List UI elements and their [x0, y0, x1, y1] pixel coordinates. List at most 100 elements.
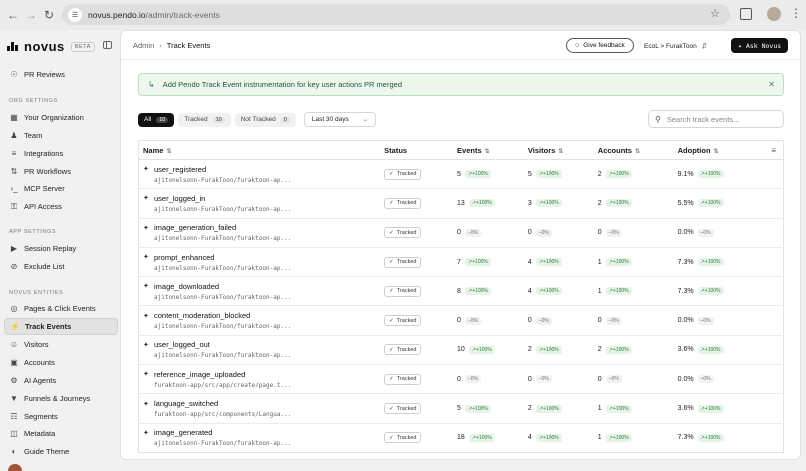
- table-row[interactable]: ✦ content_moderation_blocked ajitonelsonn…: [138, 305, 784, 336]
- sidebar-item-visitors[interactable]: ☺ Visitors: [4, 336, 118, 353]
- page-header: Admin › Track Events ○ Give feedback EcoL …: [121, 31, 800, 60]
- column-adoption[interactable]: Adoption ⇅: [677, 140, 750, 160]
- sidebar-item-session-replay[interactable]: ▶ Session Replay: [4, 240, 118, 257]
- sidebar-item-label: Funnels & Journeys: [24, 394, 91, 403]
- collapse-sidebar-icon[interactable]: [103, 41, 112, 49]
- replay-icon: ▶: [10, 244, 18, 253]
- main-panel: Admin › Track Events ○ Give feedback EcoL …: [120, 30, 801, 460]
- sidebar-item-pr-workflows[interactable]: ⇅ PR Workflows: [4, 163, 118, 180]
- ask-novus-button[interactable]: ✦ Ask Novus: [731, 38, 789, 53]
- cell-name: ✦ user_logged_out ajitonelsonn-FurakToon/…: [138, 335, 385, 366]
- site-settings-icon[interactable]: ☰: [68, 7, 82, 22]
- events-value: 13: [457, 199, 465, 207]
- search-input[interactable]: ⚲ Search track events...: [648, 110, 784, 128]
- adoption-change: ↗+100%: [697, 287, 724, 296]
- cell-visitors: 2 ↗+100%: [527, 335, 598, 366]
- event-name[interactable]: image_generation_failed: [154, 223, 236, 232]
- adoption-change: ↗+100%: [697, 345, 724, 354]
- column-events[interactable]: Events ⇅: [457, 140, 528, 160]
- event-name[interactable]: content_moderation_blocked: [154, 311, 250, 320]
- table-row[interactable]: ✦ image_generation_failed ajitonelsonn-Fu…: [138, 218, 784, 248]
- sidebar-item-your-organization[interactable]: ▦ Your Organization: [4, 109, 118, 126]
- filter-tracked[interactable]: Tracked 10: [178, 112, 231, 127]
- event-name[interactable]: language_switched: [154, 399, 218, 408]
- cell-adoption: 0.0% –0%: [677, 364, 750, 395]
- table-row[interactable]: ✦ image_generated ajitonelsonn-FurakToon/…: [139, 423, 784, 452]
- give-feedback-button[interactable]: ○ Give feedback: [566, 38, 634, 53]
- event-name[interactable]: reference_image_uploaded: [154, 370, 245, 379]
- sidebar-item-funnels-journeys[interactable]: ▼ Funnels & Journeys: [4, 390, 118, 407]
- column-accounts[interactable]: Accounts ⇅: [597, 140, 678, 160]
- event-icon: ✦: [143, 371, 149, 379]
- column-visitors[interactable]: Visitors ⇅: [527, 140, 598, 160]
- date-range-select[interactable]: Last 30 days ⌄: [303, 112, 376, 127]
- sidebar-item-track-events[interactable]: ⚡ Track Events: [4, 318, 118, 335]
- sidebar-item-pr-reviews[interactable]: ☉ PR Reviews: [4, 66, 118, 83]
- cell-visitors: 4 ↗+100%: [527, 247, 598, 278]
- table-row[interactable]: ✦ user_logged_out ajitonelsonn-FurakToon/…: [138, 335, 784, 366]
- cell-adoption: 7.3% ↗+100%: [678, 423, 750, 452]
- adoption-change: ↗+100%: [697, 258, 724, 267]
- browser-menu-icon[interactable]: ⋮: [790, 6, 802, 20]
- event-source-path: furaktoon-app/src/app/create/page.t...: [154, 381, 292, 389]
- adoption-value: 7.3%: [677, 287, 694, 295]
- database-icon: ◫: [10, 429, 18, 438]
- back-icon[interactable]: ←: [3, 5, 23, 25]
- column-adoption-label: Adoption: [677, 145, 711, 155]
- sidebar-item-accounts[interactable]: ▣ Accounts: [4, 354, 118, 371]
- event-name[interactable]: prompt_enhanced: [154, 253, 214, 262]
- org-switcher[interactable]: EcoL > FurakToon ⇵: [644, 42, 707, 50]
- accounts-value: 0: [597, 375, 602, 383]
- column-name[interactable]: Name ⇅: [138, 140, 385, 160]
- sidebar-item-segments[interactable]: ☶ Segments: [4, 408, 118, 425]
- cell-name: ✦ language_switched furaktoon-app/src/com…: [138, 393, 385, 424]
- filter-not-tracked[interactable]: Not Tracked 0: [234, 112, 296, 127]
- sidebar-item-api-access[interactable]: ⚿ API Access: [4, 198, 118, 215]
- breadcrumb-admin[interactable]: Admin: [133, 41, 154, 50]
- team-icon: ♟: [10, 131, 18, 140]
- events-value: 8: [457, 287, 461, 295]
- table-row[interactable]: ✦ prompt_enhanced ajitonelsonn-FurakToon/…: [138, 247, 784, 278]
- adoption-value: 7.3%: [677, 434, 694, 442]
- event-name[interactable]: user_logged_out: [154, 340, 210, 349]
- visitors-change: ↗+100%: [535, 404, 562, 413]
- sidebar-item-mcp-server[interactable]: ›_ MCP Server: [4, 180, 118, 197]
- sidebar-item-guide-theme[interactable]: ◐ Guide Theme: [4, 443, 118, 460]
- sidebar-item-ai-agents[interactable]: ⚙ AI Agents: [4, 372, 118, 389]
- ask-novus-label: Ask Novus: [745, 41, 782, 50]
- accounts-value: 2: [597, 199, 602, 207]
- cell-status: ✓ Tracked: [384, 218, 458, 248]
- event-name[interactable]: user_logged_in: [154, 194, 205, 203]
- sidebar-item-exclude-list[interactable]: ⊘ Exclude List: [4, 258, 118, 275]
- status-badge: ✓ Tracked: [384, 227, 422, 239]
- sidebar-item-pages-click-events[interactable]: ◎ Pages & Click Events: [4, 300, 118, 317]
- sidebar-item-integrations[interactable]: ≡ Integrations: [4, 145, 118, 162]
- address-bar[interactable]: ☰ novus.pendo.io/admin/track-events ☆: [62, 4, 730, 25]
- event-name[interactable]: image_downloaded: [154, 282, 219, 291]
- novus-logo[interactable]: novus BETA: [7, 39, 95, 54]
- table-row[interactable]: ✦ user_registered ajitonelsonn-FurakToon/…: [138, 159, 784, 190]
- event-name[interactable]: user_registered: [154, 165, 206, 174]
- user-avatar[interactable]: [8, 464, 22, 471]
- table-row[interactable]: ✦ reference_image_uploaded furaktoon-app/…: [138, 364, 784, 395]
- sliders-icon[interactable]: ≡: [771, 146, 776, 155]
- profile-avatar[interactable]: [767, 7, 781, 21]
- column-status-label: Status: [384, 145, 408, 155]
- extensions-icon[interactable]: [740, 8, 752, 20]
- table-row[interactable]: ✦ user_logged_in ajitonelsonn-FurakToon/f…: [138, 188, 784, 219]
- table-row[interactable]: ✦ language_switched furaktoon-app/src/com…: [138, 393, 784, 424]
- browser-toolbar: ← → ↻ ☰ novus.pendo.io/admin/track-event…: [0, 0, 806, 30]
- filter-all[interactable]: All 10: [138, 112, 175, 127]
- cell-events: 5 ↗+100%: [457, 159, 528, 190]
- column-settings[interactable]: ≡: [749, 140, 784, 160]
- table-row[interactable]: ✦ image_downloaded ajitonelsonn-FurakToon…: [138, 276, 784, 307]
- sidebar-item-team[interactable]: ♟ Team: [4, 127, 118, 144]
- sort-icon: ⇅: [484, 148, 490, 155]
- event-name[interactable]: image_generated: [154, 428, 212, 437]
- bookmark-star-icon[interactable]: ☆: [710, 7, 720, 20]
- forward-icon[interactable]: →: [21, 5, 41, 25]
- reload-icon[interactable]: ↻: [39, 5, 59, 25]
- close-icon[interactable]: ✕: [768, 80, 775, 89]
- sidebar-item-metadata[interactable]: ◫ Metadata: [4, 425, 118, 442]
- event-name-line: ✦ reference_image_uploaded: [143, 370, 384, 379]
